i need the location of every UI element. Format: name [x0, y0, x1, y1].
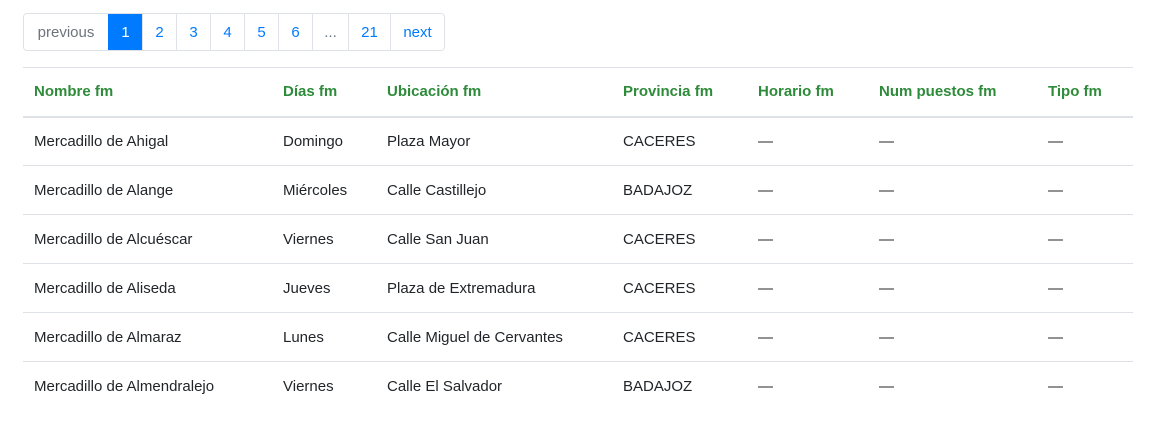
cell-ubicacion: Plaza de Extremadura — [376, 263, 612, 313]
cell-provincia: CACERES — [612, 263, 747, 313]
cell-tipo: — — [1037, 312, 1133, 362]
cell-provincia: CACERES — [612, 312, 747, 362]
page-5-button[interactable]: 5 — [244, 14, 278, 50]
pagination: previous 1 2 3 4 5 6 ... 21 next — [23, 13, 445, 51]
table-row: Mercadillo de Alange Miércoles Calle Cas… — [23, 165, 1133, 215]
cell-nombre: Mercadillo de Aliseda — [23, 263, 272, 313]
cell-horario: — — [747, 165, 868, 215]
column-header-ubicacion[interactable]: Ubicación fm — [376, 67, 612, 118]
cell-horario: — — [758, 377, 773, 395]
column-header-dias[interactable]: Días fm — [272, 67, 376, 118]
table-row: Mercadillo de Alcuéscar Viernes Calle Sa… — [23, 214, 1133, 264]
cell-ubicacion: Calle San Juan — [376, 214, 612, 264]
cell-tipo: — — [1037, 165, 1133, 215]
cell-nombre: Mercadillo de Alange — [23, 165, 272, 215]
cell-dias: Viernes — [272, 214, 376, 264]
cell-num-puestos: — — [868, 312, 1037, 362]
cell-horario: — — [747, 312, 868, 362]
cell-provincia: CACERES — [612, 214, 747, 264]
page-1-button[interactable]: 1 — [108, 14, 142, 50]
page-2-button[interactable]: 2 — [142, 14, 176, 50]
column-header-num-puestos[interactable]: Num puestos fm — [868, 67, 1037, 118]
cell-provincia: BADAJOZ — [623, 377, 693, 395]
table-header-row: Nombre fm Días fm Ubicación fm Provincia… — [23, 67, 1133, 118]
table-row: Mercadillo de Aliseda Jueves Plaza de Ex… — [23, 263, 1133, 313]
cell-dias: Lunes — [272, 312, 376, 362]
page-21-button[interactable]: 21 — [348, 14, 390, 50]
cell-dias: Jueves — [272, 263, 376, 313]
cell-tipo: — — [1037, 263, 1133, 313]
page-3-button[interactable]: 3 — [176, 14, 210, 50]
cell-num-puestos: — — [879, 377, 894, 395]
column-header-tipo[interactable]: Tipo fm — [1037, 67, 1133, 118]
cell-nombre: Mercadillo de Alcuéscar — [23, 214, 272, 264]
table-row: Mercadillo de Ahigal Domingo Plaza Mayor… — [23, 116, 1133, 166]
cell-tipo: — — [1048, 377, 1063, 395]
column-header-nombre[interactable]: Nombre fm — [23, 67, 272, 118]
cell-provincia: CACERES — [612, 116, 747, 166]
cell-ubicacion: Calle Castillejo — [376, 165, 612, 215]
cell-num-puestos: — — [868, 165, 1037, 215]
cell-ubicacion: Calle El Salvador — [387, 377, 503, 395]
cell-dias: Miércoles — [272, 165, 376, 215]
cell-tipo: — — [1037, 116, 1133, 166]
page-4-button[interactable]: 4 — [210, 14, 244, 50]
cell-num-puestos: — — [868, 214, 1037, 264]
table-row: Mercadillo de Almendralejo Viernes Calle… — [23, 362, 1133, 411]
pagination-ellipsis: ... — [312, 14, 348, 50]
cell-nombre: Mercadillo de Almaraz — [23, 312, 272, 362]
next-page-button[interactable]: next — [390, 14, 444, 50]
cell-dias: Viernes — [283, 377, 334, 395]
table-row: Mercadillo de Almaraz Lunes Calle Miguel… — [23, 312, 1133, 362]
cell-provincia: BADAJOZ — [612, 165, 747, 215]
cell-horario: — — [747, 263, 868, 313]
column-header-provincia[interactable]: Provincia fm — [612, 67, 747, 118]
column-header-horario[interactable]: Horario fm — [747, 67, 868, 118]
cell-horario: — — [747, 214, 868, 264]
cell-ubicacion: Plaza Mayor — [376, 116, 612, 166]
page-6-button[interactable]: 6 — [278, 14, 312, 50]
previous-page-button[interactable]: previous — [24, 14, 108, 50]
cell-ubicacion: Calle Miguel de Cervantes — [376, 312, 612, 362]
cell-horario: — — [747, 116, 868, 166]
cell-nombre: Mercadillo de Almendralejo — [34, 377, 215, 395]
cell-num-puestos: — — [868, 116, 1037, 166]
cell-dias: Domingo — [272, 116, 376, 166]
cell-tipo: — — [1037, 214, 1133, 264]
markets-table: Nombre fm Días fm Ubicación fm Provincia… — [23, 67, 1133, 411]
cell-num-puestos: — — [868, 263, 1037, 313]
cell-nombre: Mercadillo de Ahigal — [23, 116, 272, 166]
page: previous 1 2 3 4 5 6 ... 21 next Nombre … — [0, 0, 1153, 429]
